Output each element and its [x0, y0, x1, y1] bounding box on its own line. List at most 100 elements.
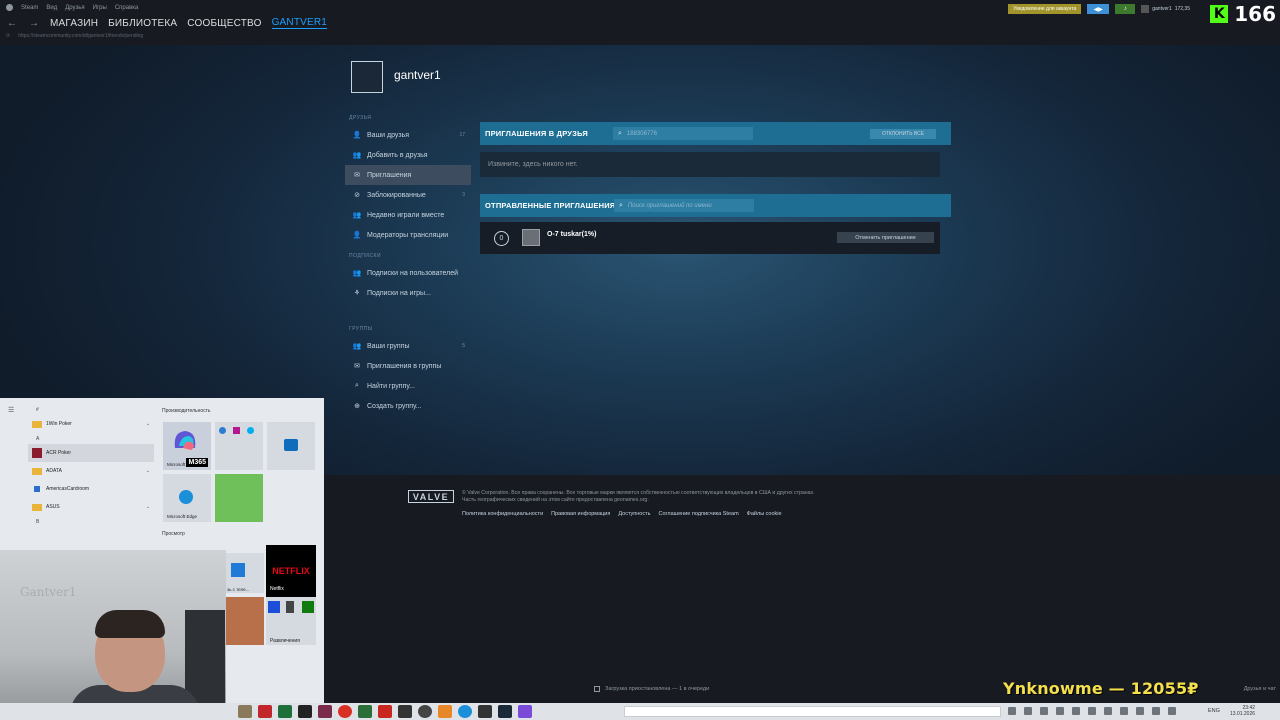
- person-icon: 👤: [352, 132, 362, 139]
- chrome-icon[interactable]: [338, 705, 352, 718]
- tab-store[interactable]: МАГАЗИН: [50, 18, 98, 29]
- sidebar-item-recently-played[interactable]: 👥 Недавно играли вместе: [345, 205, 471, 225]
- tray-icon[interactable]: [1088, 707, 1096, 715]
- avatar[interactable]: [522, 229, 540, 246]
- legal-link[interactable]: Правовая информация: [551, 511, 610, 517]
- url-text[interactable]: https://steamcommunity.com/id/gantver1/f…: [18, 33, 143, 39]
- sidebar-item-group-invites[interactable]: ✉ Приглашения в группы: [345, 356, 471, 376]
- tray-icon[interactable]: [1024, 707, 1032, 715]
- taskbar-clock[interactable]: 23:42 13.01.2026: [1230, 705, 1255, 717]
- tray-icon[interactable]: [1136, 707, 1144, 715]
- sidebar-item-add-friend[interactable]: 👥 Добавить в друзья: [345, 145, 471, 165]
- language-indicator[interactable]: ENG: [1208, 708, 1220, 714]
- sent-search-input[interactable]: ⌕ Поиск приглашений по имени: [614, 199, 754, 212]
- friends-chat-button[interactable]: Друзья и чат: [1244, 686, 1276, 692]
- folder-icon: [32, 467, 42, 475]
- list-item[interactable]: ACR Poker: [28, 444, 154, 462]
- sidebar-item-invites[interactable]: ✉ Приглашения: [345, 165, 471, 185]
- bell-icon[interactable]: ♪: [1115, 4, 1136, 14]
- sidebar-item-create-group[interactable]: ⊕ Создать группу...: [345, 396, 471, 416]
- cancel-invite-button[interactable]: Отменить приглашение: [837, 232, 934, 243]
- steam-logo-icon: [6, 4, 13, 11]
- steam-icon[interactable]: [498, 705, 512, 718]
- tray-icon[interactable]: [1040, 707, 1048, 715]
- user-menu[interactable]: gantver1 172,35: [1141, 5, 1190, 13]
- tray-icon[interactable]: [1152, 707, 1160, 715]
- sidebar-item-your-groups[interactable]: 👥 Ваши группы 5: [345, 336, 471, 356]
- tab-community[interactable]: СООБЩЕСТВО: [187, 18, 261, 29]
- sidebar-item-followed-users[interactable]: 👥 Подписки на пользователей: [345, 263, 471, 283]
- sidebar-item-find-group[interactable]: ⌕ Найти группу...: [345, 376, 471, 396]
- m365-tile[interactable]: Microsoft M365: [163, 422, 211, 470]
- sidebar-item-your-friends[interactable]: 👤 Ваши друзья 17: [345, 125, 471, 145]
- game-tile[interactable]: [226, 597, 264, 645]
- menu-view[interactable]: Вид: [46, 5, 57, 11]
- taskbar-app-icon[interactable]: [518, 705, 532, 718]
- tray-icon[interactable]: [1168, 707, 1176, 715]
- outlook-tile[interactable]: [267, 422, 315, 470]
- back-arrow-icon[interactable]: ←: [6, 18, 18, 29]
- incoming-search-input[interactable]: ⌕ 188306776: [613, 127, 753, 140]
- invite-recipient-name[interactable]: O-7 tuskar(1%): [547, 231, 596, 238]
- list-item[interactable]: ADATA ⌄: [28, 462, 154, 480]
- list-item[interactable]: 1Win Poker ⌄: [28, 415, 154, 433]
- add-person-icon: 👥: [352, 152, 362, 159]
- ssa-link[interactable]: Соглашение подписчика Steam: [659, 511, 739, 517]
- download-status[interactable]: Загрузка приостановлена — 1 в очереди: [594, 686, 709, 692]
- sidebar-item-blocked[interactable]: ⊘ Заблокированные 3: [345, 185, 471, 205]
- list-item[interactable]: AmericasCardroom: [28, 480, 154, 498]
- green-tile[interactable]: [215, 474, 263, 522]
- sidebar-item-broadcast-moderators[interactable]: 👤 Модераторы трансляции: [345, 225, 471, 245]
- cookies-link[interactable]: Файлы cookie: [747, 511, 782, 517]
- phone-link-tile[interactable]: зь с теле...: [226, 553, 264, 593]
- menu-friends[interactable]: Друзья: [65, 5, 84, 11]
- profile-avatar[interactable]: [351, 61, 383, 93]
- menu-games[interactable]: Игры: [93, 5, 107, 11]
- valve-logo[interactable]: VALVE: [408, 490, 454, 503]
- download-icon: [594, 686, 600, 692]
- tile-label: Microsoft: [167, 462, 186, 467]
- taskbar-app-icon[interactable]: [398, 705, 412, 718]
- taskbar-app-icon[interactable]: [238, 705, 252, 718]
- tray-icon[interactable]: [1072, 707, 1080, 715]
- edge-tile[interactable]: Microsoft Edge: [163, 474, 211, 522]
- taskbar-search-input[interactable]: [624, 706, 1001, 717]
- account-notification-button[interactable]: Уведомление для аккаунта: [1008, 4, 1082, 14]
- tray-icon[interactable]: [1008, 707, 1016, 715]
- tab-profile[interactable]: GANTVER1: [271, 17, 328, 29]
- tray-icon[interactable]: [1120, 707, 1128, 715]
- menu-steam[interactable]: Steam: [21, 5, 38, 11]
- taskbar-app-icon[interactable]: [358, 705, 372, 718]
- accessibility-link[interactable]: Доступность: [618, 511, 650, 517]
- edge-icon[interactable]: [458, 705, 472, 718]
- app-group-letter[interactable]: #: [28, 404, 154, 415]
- hamburger-icon[interactable]: ☰: [8, 406, 14, 414]
- taskbar-app-icon[interactable]: [318, 705, 332, 718]
- xbox-icon: [302, 601, 314, 613]
- app-group-letter[interactable]: B: [28, 516, 154, 527]
- taskbar-app-icon[interactable]: [478, 705, 492, 718]
- app-group-letter[interactable]: A: [28, 433, 154, 444]
- forward-arrow-icon[interactable]: →: [28, 18, 40, 29]
- gamepad-icon: ⚘: [353, 290, 361, 297]
- tab-library[interactable]: БИБЛИОТЕКА: [108, 18, 177, 29]
- taskbar-app-icon[interactable]: [258, 705, 272, 718]
- office-apps-tile[interactable]: [215, 422, 263, 470]
- tile-label: зь с теле...: [227, 587, 250, 592]
- privacy-link[interactable]: Политика конфиденциальности: [462, 511, 543, 517]
- tray-icon[interactable]: [1104, 707, 1112, 715]
- tray-icon[interactable]: [1056, 707, 1064, 715]
- broadcast-icon[interactable]: ◀▶: [1087, 4, 1110, 14]
- refresh-icon[interactable]: ⟳: [6, 33, 10, 39]
- americas-cardroom-icon: [34, 486, 40, 492]
- taskbar-app-icon[interactable]: [418, 705, 432, 718]
- taskbar-app-icon[interactable]: [438, 705, 452, 718]
- menu-help[interactable]: Справка: [115, 5, 139, 11]
- sidebar-item-followed-games[interactable]: ⚘ Подписки на игры...: [345, 283, 471, 303]
- taskbar-app-icon[interactable]: [278, 705, 292, 718]
- taskbar-app-icon[interactable]: [298, 705, 312, 718]
- profile-name[interactable]: gantver1: [394, 68, 441, 82]
- reject-all-button[interactable]: ОТКЛОНИТЬ ВСЕ: [870, 129, 936, 139]
- yandex-icon[interactable]: [378, 705, 392, 718]
- list-item[interactable]: ASUS ⌄: [28, 498, 154, 516]
